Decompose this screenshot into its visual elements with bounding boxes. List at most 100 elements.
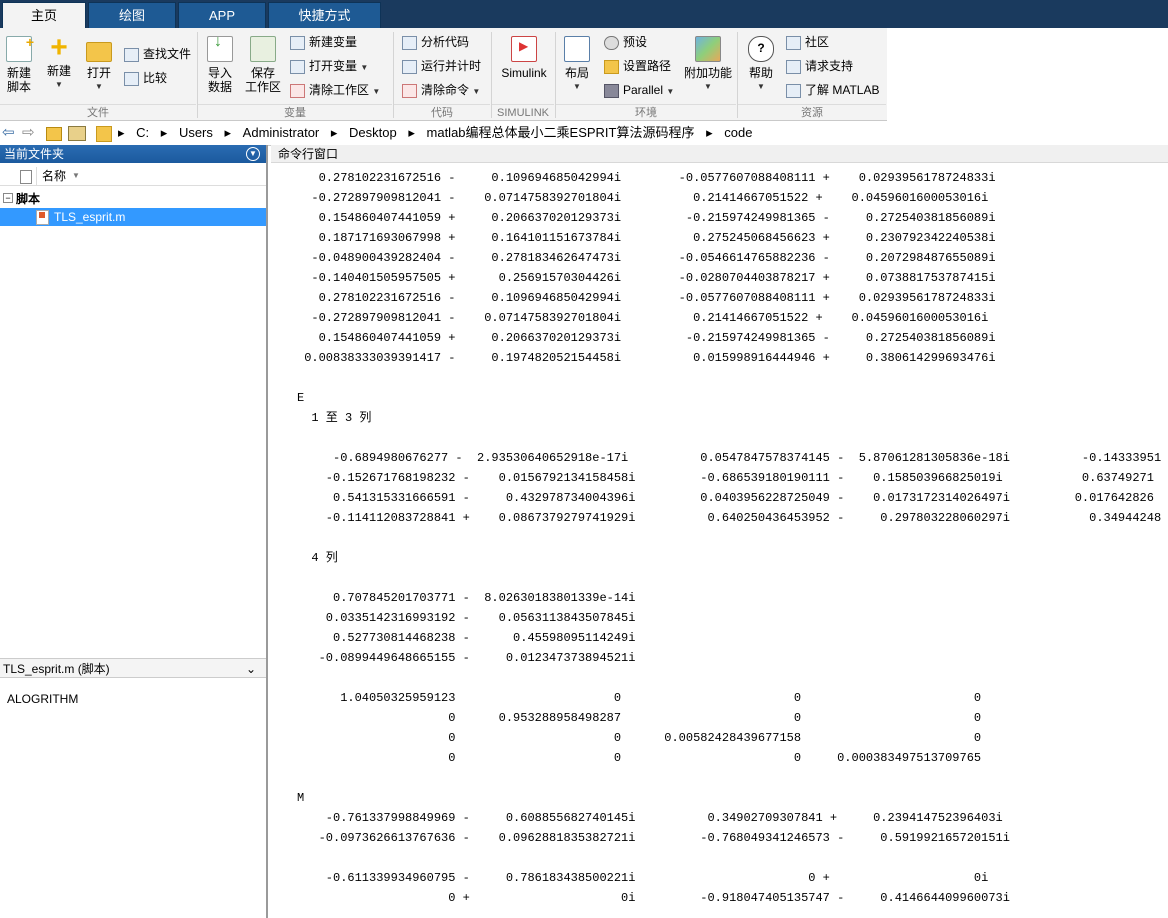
- output-line: 0.154860407441059 + 0.206637020129373i -…: [297, 331, 996, 345]
- new-variable-button[interactable]: 新建变量: [290, 32, 357, 52]
- new-label: 新建: [46, 64, 71, 78]
- breadcrumb-separator: ▸: [330, 125, 338, 140]
- open-variable-button[interactable]: 打开变量 ▼: [290, 56, 368, 76]
- tab-shortcuts[interactable]: 快捷方式: [268, 2, 381, 28]
- preferences-button[interactable]: 预设: [604, 32, 647, 52]
- save-workspace-icon: [250, 36, 276, 62]
- analyze-code-button[interactable]: 分析代码: [402, 32, 469, 52]
- up-folder-icon[interactable]: [46, 127, 62, 141]
- layout-label: 布局: [564, 66, 589, 80]
- file-type-icon: [20, 170, 32, 184]
- details-title: TLS_esprit.m (脚本): [3, 662, 110, 676]
- output-line: -0.761337998849969 - 0.608855682740145i …: [297, 811, 1003, 825]
- open-label: 打开: [86, 66, 111, 80]
- request-support-label: 请求支持: [805, 59, 854, 73]
- command-output: 0.278102231672516 - 0.109694685042994i -…: [271, 168, 1168, 918]
- output-line: 0.278102231672516 - 0.109694685042994i -…: [297, 291, 996, 305]
- details-content: ALOGRITHM: [0, 690, 266, 708]
- collapse-icon[interactable]: −: [3, 193, 13, 203]
- learn-matlab-icon: [786, 83, 801, 98]
- compare-button[interactable]: 比较: [124, 68, 167, 88]
- save-workspace-label: 保存 工作区: [244, 66, 281, 94]
- save-workspace-button[interactable]: 保存 工作区: [244, 36, 282, 94]
- import-data-button[interactable]: ↓ 导入 数据: [204, 34, 236, 94]
- group-label-environment: 环境: [556, 104, 736, 121]
- chevron-down-icon: ▼: [372, 87, 381, 96]
- clear-workspace-button[interactable]: 清除工作区 ▼: [290, 80, 380, 100]
- command-window[interactable]: 命令行窗口 0.278102231672516 - 0.109694685042…: [271, 145, 1168, 918]
- folder-icon: [604, 59, 619, 74]
- help-label: 帮助: [748, 66, 773, 80]
- add-ons-label: 附加功能: [684, 66, 733, 80]
- breadcrumb-item[interactable]: matlab编程总体最小二乘ESPRIT算法源码程序: [427, 125, 695, 140]
- new-button[interactable]: + 新建 ▼: [44, 33, 74, 92]
- new-script-button[interactable]: + 新建 脚本: [4, 35, 34, 94]
- group-label-code: 代码: [394, 104, 490, 121]
- output-line: -0.152671768198232 - 0.0156792134158458i…: [297, 471, 1154, 485]
- open-button[interactable]: 打开 ▼: [84, 36, 114, 94]
- group-label-resources: 资源: [738, 104, 886, 121]
- output-line: 0.527730814468238 - 0.45598095114249i: [297, 631, 636, 645]
- simulink-button[interactable]: ▶ Simulink: [498, 36, 550, 80]
- community-icon: [786, 35, 801, 50]
- analyze-code-icon: [402, 35, 417, 50]
- layout-button[interactable]: 布局 ▼: [562, 36, 592, 94]
- output-line: -0.048900439282404 - 0.278183462647473i …: [297, 251, 996, 265]
- panel-title: 当前文件夹: [4, 147, 65, 161]
- breadcrumb-item[interactable]: Users: [179, 125, 213, 140]
- gear-icon: [604, 35, 619, 50]
- request-support-button[interactable]: 请求支持: [786, 56, 853, 76]
- tab-apps[interactable]: APP: [178, 2, 266, 28]
- parallel-button[interactable]: Parallel ▼: [604, 80, 674, 100]
- chevron-down-icon: ▼: [472, 87, 481, 96]
- set-path-button[interactable]: 设置路径: [604, 56, 671, 76]
- group-label-simulink: SIMULINK: [492, 104, 554, 121]
- breadcrumb-separator: ▸: [160, 125, 168, 140]
- output-line: -0.611339934960795 - 0.786183438500221i …: [297, 871, 989, 885]
- output-line: 0 0 0.00582428439677158 0: [297, 731, 982, 745]
- learn-matlab-button[interactable]: 了解 MATLAB: [786, 80, 879, 100]
- tab-home[interactable]: 主页: [2, 2, 86, 28]
- output-line: -0.272897909812041 - 0.0714758392701804i…: [297, 191, 989, 205]
- name-column-label: 名称: [42, 169, 67, 183]
- clear-commands-button[interactable]: 清除命令 ▼: [402, 80, 480, 100]
- tab-plots[interactable]: 绘图: [88, 2, 176, 28]
- community-label: 社区: [805, 35, 830, 49]
- new-script-icon: +: [6, 35, 34, 62]
- community-button[interactable]: 社区: [786, 32, 829, 52]
- run-and-time-button[interactable]: 运行并计时: [402, 56, 481, 76]
- folder-icon: [96, 126, 112, 142]
- breadcrumb-item[interactable]: Desktop: [349, 125, 397, 140]
- file-row[interactable]: TLS_esprit.m: [0, 208, 266, 226]
- file-name: TLS_esprit.m: [54, 210, 126, 224]
- analyze-code-label: 分析代码: [421, 35, 470, 49]
- add-ons-button[interactable]: 附加功能 ▼: [684, 36, 732, 94]
- browse-folder-icon[interactable]: [68, 126, 86, 141]
- simulink-icon: ▶: [511, 36, 537, 62]
- help-button[interactable]: ? 帮助 ▼: [746, 36, 776, 94]
- breadcrumb-item[interactable]: C:: [136, 125, 149, 140]
- breadcrumb-item[interactable]: code: [724, 125, 752, 140]
- breadcrumb-separator: ▸: [118, 125, 125, 140]
- chevron-down-icon: ▼: [666, 87, 675, 96]
- details-header[interactable]: TLS_esprit.m (脚本) ⌄: [0, 658, 266, 678]
- column-header[interactable]: 名称 ▼: [0, 167, 266, 186]
- output-line: -0.114112083728841 + 0.0867379279741929i…: [297, 511, 1162, 525]
- compare-icon: [124, 71, 139, 86]
- set-path-label: 设置路径: [623, 59, 672, 73]
- chevron-down-icon: ▼: [55, 80, 63, 89]
- find-files-button[interactable]: 查找文件: [124, 44, 191, 64]
- back-arrow-icon[interactable]: ⇦: [2, 121, 15, 145]
- ribbon-toolstrip: + 新建 脚本 + 新建 ▼ 打开 ▼ 查找文件 比较 文件 ↓ 导入 数据 保…: [0, 28, 887, 121]
- folder-group-row[interactable]: − 脚本: [0, 190, 266, 208]
- panel-menu-icon[interactable]: ▼: [246, 147, 260, 161]
- new-variable-label: 新建变量: [309, 35, 358, 49]
- output-line: -0.272897909812041 - 0.0714758392701804i…: [297, 311, 989, 325]
- chevron-down-icon[interactable]: ⌄: [246, 659, 256, 679]
- breadcrumb-separator: ▸: [224, 125, 232, 140]
- breadcrumb-separator: ▸: [706, 125, 713, 140]
- forward-arrow-icon[interactable]: ⇨: [22, 121, 35, 145]
- output-line: 0.541315331666591 - 0.432978734004396i 0…: [297, 491, 1154, 505]
- sort-icon: ▼: [72, 171, 80, 180]
- breadcrumb-item[interactable]: Administrator: [243, 125, 320, 140]
